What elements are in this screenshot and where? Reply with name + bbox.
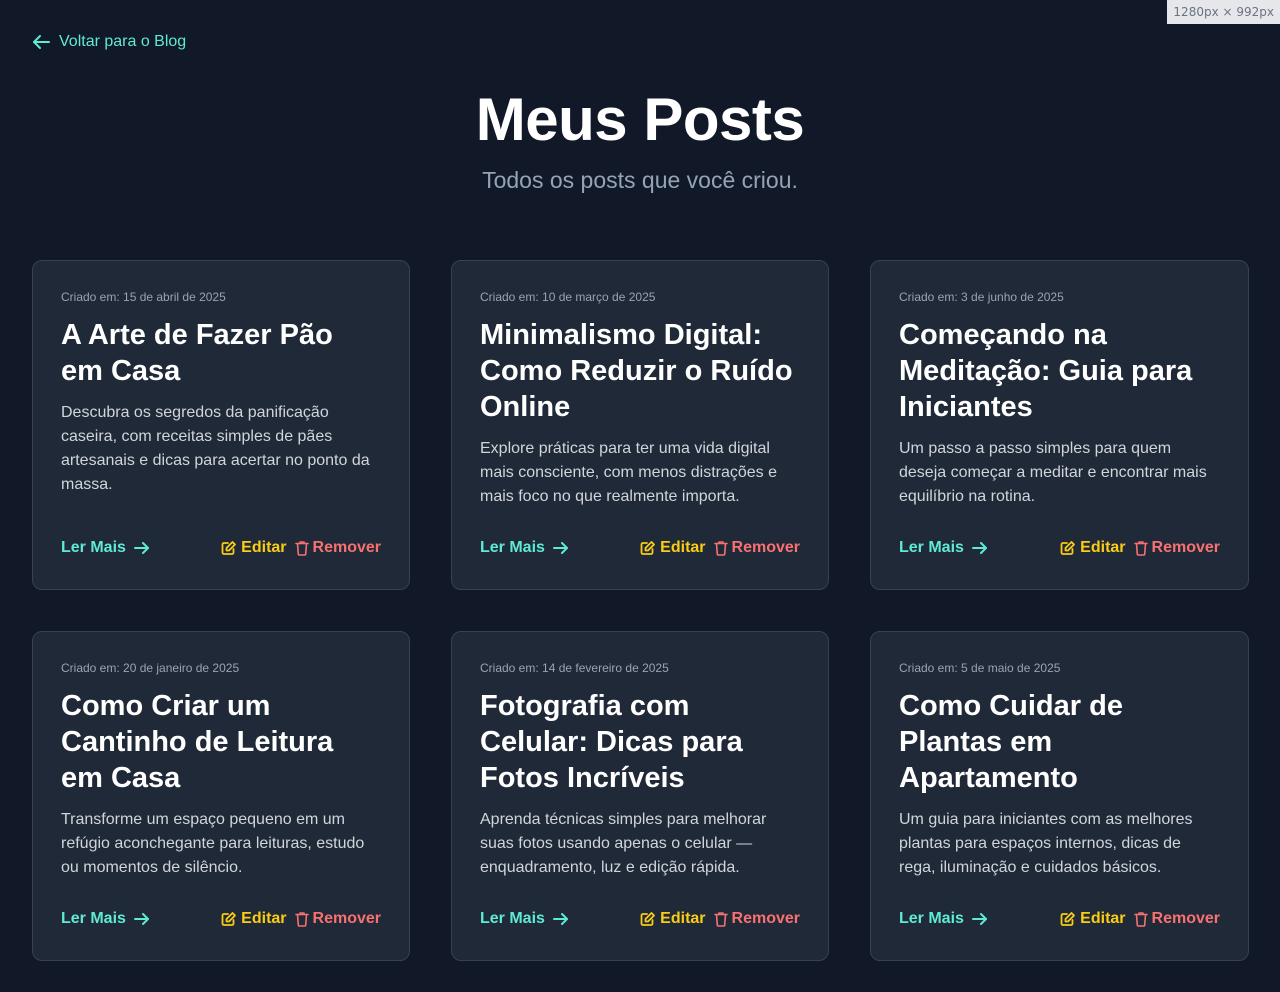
- arrow-right-icon: [552, 542, 569, 554]
- read-more-link[interactable]: Ler Mais: [61, 910, 150, 928]
- remove-button[interactable]: Remover: [713, 910, 800, 928]
- post-card: Criado em: 20 de janeiro de 2025 Como Cr…: [32, 631, 410, 961]
- post-title: Fotografia com Celular: Dicas para Fotos…: [480, 690, 743, 794]
- trash-icon: [1133, 911, 1148, 927]
- edit-button[interactable]: Editar: [221, 539, 287, 557]
- post-card: Criado em: 14 de fevereiro de 2025 Fotog…: [451, 631, 829, 961]
- read-more-link[interactable]: Ler Mais: [899, 910, 988, 928]
- pencil-square-icon: [640, 540, 656, 556]
- post-date: Criado em: 10 de março de 2025: [480, 290, 656, 304]
- edit-button[interactable]: Editar: [640, 910, 706, 928]
- edit-label: Editar: [241, 910, 287, 927]
- read-more-link[interactable]: Ler Mais: [480, 910, 569, 928]
- trash-icon: [294, 540, 309, 556]
- post-actions: Ler Mais Editar Remover: [61, 910, 381, 928]
- pencil-square-icon: [221, 911, 237, 927]
- edit-button[interactable]: Editar: [640, 539, 706, 557]
- edit-button[interactable]: Editar: [221, 910, 287, 928]
- read-more-link[interactable]: Ler Mais: [480, 539, 569, 557]
- remove-label: Remover: [731, 539, 800, 556]
- pencil-square-icon: [1060, 540, 1076, 556]
- page-subtitle: Todos os posts que você criou.: [482, 167, 798, 193]
- post-description: Descubra os segredos da panificação case…: [61, 404, 370, 493]
- edit-button[interactable]: Editar: [1060, 539, 1126, 557]
- arrow-left-icon: [32, 34, 51, 50]
- back-link-label: Voltar para o Blog: [59, 33, 187, 50]
- remove-label: Remover: [1151, 539, 1220, 556]
- remove-button[interactable]: Remover: [294, 910, 381, 928]
- post-title: Como Cuidar de Plantas em Apartamento: [899, 690, 1123, 794]
- post-date: Criado em: 5 de maio de 2025: [899, 661, 1061, 675]
- read-more-link[interactable]: Ler Mais: [61, 539, 150, 557]
- edit-label: Editar: [660, 539, 706, 556]
- post-description: Transforme um espaço pequeno em um refúg…: [61, 811, 365, 876]
- post-card: Criado em: 5 de maio de 2025 Como Cuidar…: [870, 631, 1249, 961]
- post-card: Criado em: 15 de abril de 2025 A Arte de…: [32, 260, 410, 590]
- post-card: Criado em: 3 de junho de 2025 Começando …: [870, 260, 1249, 590]
- post-description: Explore práticas para ter uma vida digit…: [480, 440, 778, 505]
- read-more-label: Ler Mais: [61, 910, 126, 927]
- trash-icon: [713, 540, 728, 556]
- arrow-right-icon: [552, 913, 569, 925]
- pencil-square-icon: [221, 540, 237, 556]
- remove-button[interactable]: Remover: [294, 539, 381, 557]
- post-actions: Ler Mais Editar Remover: [899, 539, 1220, 557]
- arrow-right-icon: [971, 913, 988, 925]
- read-more-label: Ler Mais: [480, 910, 545, 927]
- post-date: Criado em: 14 de fevereiro de 2025: [480, 661, 669, 675]
- remove-button[interactable]: Remover: [713, 539, 800, 557]
- viewport-size-overlay: 1280px × 992px: [1167, 0, 1280, 24]
- remove-label: Remover: [312, 910, 381, 927]
- edit-label: Editar: [660, 910, 706, 927]
- posts-grid: Criado em: 15 de abril de 2025 A Arte de…: [32, 260, 1249, 961]
- post-description: Um passo a passo simples para quem desej…: [899, 440, 1207, 505]
- read-more-label: Ler Mais: [899, 539, 964, 556]
- remove-button[interactable]: Remover: [1133, 910, 1220, 928]
- read-more-link[interactable]: Ler Mais: [899, 539, 988, 557]
- read-more-label: Ler Mais: [480, 539, 545, 556]
- read-more-label: Ler Mais: [61, 539, 126, 556]
- post-title: Como Criar um Cantinho de Leitura em Cas…: [61, 690, 334, 794]
- edit-label: Editar: [1080, 910, 1126, 927]
- remove-label: Remover: [1151, 910, 1220, 927]
- read-more-label: Ler Mais: [899, 910, 964, 927]
- post-date: Criado em: 20 de janeiro de 2025: [61, 661, 240, 675]
- remove-button[interactable]: Remover: [1133, 539, 1220, 557]
- edit-label: Editar: [1080, 539, 1126, 556]
- edit-label: Editar: [241, 539, 287, 556]
- arrow-right-icon: [133, 913, 150, 925]
- remove-label: Remover: [312, 539, 381, 556]
- trash-icon: [1133, 540, 1148, 556]
- post-description: Aprenda técnicas simples para melhorar s…: [480, 811, 767, 876]
- post-card: Criado em: 10 de março de 2025 Minimalis…: [451, 260, 829, 590]
- post-title: A Arte de Fazer Pão em Casa: [61, 319, 333, 387]
- post-title: Minimalismo Digital: Como Reduzir o Ruíd…: [480, 319, 793, 423]
- post-actions: Ler Mais Editar Remover: [480, 539, 800, 557]
- arrow-right-icon: [971, 542, 988, 554]
- remove-label: Remover: [731, 910, 800, 927]
- post-title: Começando na Meditação: Guia para Inicia…: [899, 319, 1193, 423]
- post-actions: Ler Mais Editar Remover: [899, 910, 1220, 928]
- arrow-right-icon: [133, 542, 150, 554]
- post-actions: Ler Mais Editar Remover: [61, 539, 381, 557]
- pencil-square-icon: [640, 911, 656, 927]
- trash-icon: [294, 911, 309, 927]
- post-date: Criado em: 15 de abril de 2025: [61, 290, 226, 304]
- trash-icon: [713, 911, 728, 927]
- post-date: Criado em: 3 de junho de 2025: [899, 290, 1064, 304]
- edit-button[interactable]: Editar: [1060, 910, 1126, 928]
- back-to-blog-link[interactable]: Voltar para o Blog: [32, 33, 186, 51]
- post-actions: Ler Mais Editar Remover: [480, 910, 800, 928]
- post-description: Um guia para iniciantes com as melhores …: [899, 811, 1193, 876]
- pencil-square-icon: [1060, 911, 1076, 927]
- page-title: Meus Posts: [475, 86, 805, 153]
